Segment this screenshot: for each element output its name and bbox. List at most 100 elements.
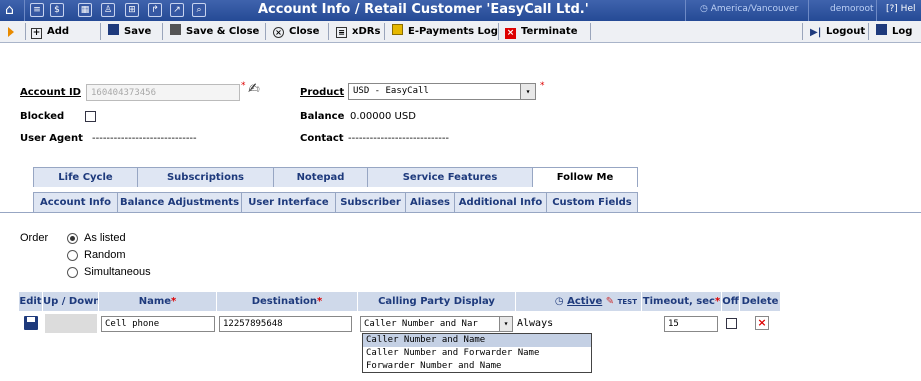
order-radio-as-listed[interactable] — [67, 233, 78, 244]
save-close-label: Save & Close — [186, 26, 260, 37]
product-select[interactable]: USD - EasyCall ▾ — [348, 83, 536, 100]
person-icon[interactable]: ♙ — [101, 3, 115, 17]
delete-icon[interactable]: × — [755, 316, 769, 330]
calling-party-display-select[interactable]: Caller Number and Nar ▾ — [360, 316, 513, 332]
col-destination: Destination* — [217, 292, 358, 311]
tab-subscriptions[interactable]: Subscriptions — [137, 167, 274, 187]
order-radio-simultaneous[interactable] — [67, 267, 78, 278]
divider — [685, 0, 686, 21]
chevron-down-icon[interactable]: ▾ — [520, 84, 535, 99]
user-agent-label: User Agent — [20, 133, 83, 144]
epayments-button[interactable]: E-Payments Log — [392, 21, 498, 42]
home-icon[interactable]: ⌂ — [5, 2, 14, 18]
logout-icon: ▶| — [810, 27, 822, 38]
floppy-icon — [170, 24, 181, 35]
contact-value: ---------------------------- — [348, 133, 450, 144]
close-button[interactable]: × Close — [273, 21, 319, 42]
network-icon[interactable]: ⊞ — [125, 3, 139, 17]
tab-aliases[interactable]: Aliases — [405, 192, 455, 212]
tab-custom-fields[interactable]: Custom Fields — [546, 192, 638, 212]
col-timeout: Timeout, sec* — [642, 292, 722, 311]
payment-icon — [392, 24, 403, 35]
floppy-icon — [108, 24, 119, 35]
list-icon: ≡ — [336, 27, 347, 38]
col-name: Name* — [99, 292, 217, 311]
add-button[interactable]: + Add — [31, 21, 69, 42]
order-option-label: Simultaneous — [84, 266, 151, 278]
account-id-field[interactable] — [86, 84, 240, 101]
off-checkbox[interactable] — [726, 318, 737, 329]
name-input[interactable] — [101, 316, 215, 332]
pencil-icon[interactable]: ✍ — [248, 81, 260, 97]
save-button[interactable]: Save — [108, 21, 151, 42]
col-calling-party-display: Calling Party Display — [358, 292, 516, 311]
blocked-checkbox[interactable] — [85, 111, 96, 122]
order-radio-random[interactable] — [67, 250, 78, 261]
dropdown-option[interactable]: Forwarder Number and Name — [363, 360, 591, 373]
tab-life-cycle[interactable]: Life Cycle — [33, 167, 138, 187]
divider — [802, 23, 803, 40]
tab-user-interface[interactable]: User Interface — [241, 192, 336, 212]
dollar-icon[interactable]: $ — [50, 3, 64, 17]
col-name-label: Name — [138, 296, 172, 307]
save-row-icon[interactable] — [24, 316, 38, 330]
timeout-input[interactable] — [664, 316, 718, 332]
col-destination-label: Destination — [251, 296, 318, 307]
divider — [100, 23, 101, 40]
terminate-button[interactable]: × Terminate — [505, 21, 577, 42]
chart-icon[interactable]: ↗ — [170, 3, 184, 17]
product-value: USD - EasyCall — [353, 86, 429, 96]
col-active-label[interactable]: Active — [567, 296, 602, 307]
edit-schedule-icon[interactable]: ✎ — [606, 296, 614, 307]
chevron-down-icon[interactable]: ▾ — [499, 317, 512, 331]
col-delete: Delete — [741, 296, 779, 307]
dropdown-option[interactable]: Caller Number and Forwarder Name — [363, 347, 591, 360]
epayments-label: E-Payments Log — [408, 26, 498, 37]
tab-subscriber[interactable]: Subscriber — [335, 192, 406, 212]
test-icon[interactable]: TEST — [618, 298, 637, 306]
balance-value: 0.00000 USD — [350, 111, 416, 122]
tab-additional-info[interactable]: Additional Info — [454, 192, 547, 212]
toolbar: + Add Save Save & Close × Close ≡ xDRs E-Pa… — [0, 21, 921, 43]
play-icon[interactable] — [8, 27, 14, 37]
tab-divider — [0, 212, 921, 213]
dropdown-option[interactable]: Caller Number and Name — [363, 334, 591, 347]
active-value: Always — [517, 318, 554, 329]
user-agent-value: ----------------------------- — [92, 133, 197, 144]
col-active: ◷ Active ✎ TEST — [516, 292, 642, 311]
tab-account-info[interactable]: Account Info — [33, 192, 118, 212]
divider — [162, 23, 163, 40]
balance-label: Balance — [300, 111, 345, 122]
grid-icon[interactable]: ▦ — [78, 3, 92, 17]
terminate-icon: × — [505, 28, 516, 39]
search-icon[interactable]: ⌕ — [192, 3, 206, 17]
tab-service-features[interactable]: Service Features — [367, 167, 533, 187]
contact-label: Contact — [300, 133, 344, 144]
tab-balance-adjustments[interactable]: Balance Adjustments — [117, 192, 242, 212]
account-id-label: Account ID — [20, 87, 81, 98]
xdrs-label: xDRs — [352, 26, 381, 37]
divider — [384, 23, 385, 40]
col-up-down: Up / Down — [43, 292, 99, 311]
timezone-link[interactable]: ◷ America/Vancouver — [700, 4, 798, 14]
destination-input[interactable] — [219, 316, 352, 332]
blocked-label: Blocked — [20, 111, 65, 122]
save-close-button[interactable]: Save & Close — [170, 21, 259, 42]
help-link[interactable]: [?] Hel — [886, 4, 915, 14]
routing-icon[interactable]: ↱ — [148, 3, 162, 17]
product-label: Product — [300, 87, 345, 98]
help-label: Hel — [900, 4, 916, 14]
order-option-label: As listed — [84, 232, 126, 244]
log-button[interactable]: Log — [876, 21, 912, 42]
user-label: demoroot — [830, 4, 874, 14]
divider — [265, 23, 266, 40]
list-icon[interactable]: ≡ — [30, 3, 44, 17]
tab-notepad[interactable]: Notepad — [273, 167, 368, 187]
xdrs-button[interactable]: ≡ xDRs — [336, 21, 380, 42]
add-icon: + — [31, 28, 42, 39]
terminate-label: Terminate — [521, 26, 578, 37]
tab-follow-me[interactable]: Follow Me — [532, 167, 638, 187]
clock-icon: ◷ — [554, 296, 564, 307]
add-label: Add — [47, 26, 70, 37]
logout-button[interactable]: ▶| Logout — [810, 21, 865, 42]
